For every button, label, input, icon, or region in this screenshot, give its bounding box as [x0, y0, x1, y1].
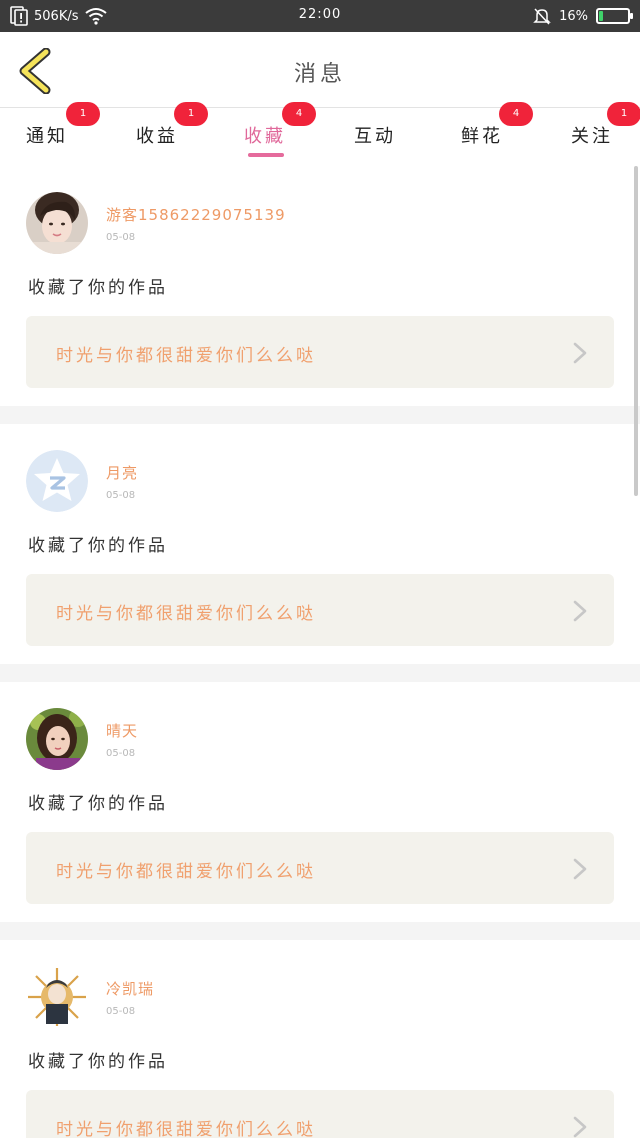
list-item: 游客15862229075139 05-08 收藏了你的作品 时光与你都很甜爱你… — [0, 166, 640, 406]
action-text: 收藏了你的作品 — [28, 1052, 168, 1072]
divider — [0, 406, 640, 424]
list-item: 月亮 05-08 收藏了你的作品 时光与你都很甜爱你们么么哒 — [0, 424, 640, 664]
work-link[interactable]: 时光与你都很甜爱你们么么哒 — [26, 1090, 614, 1138]
divider — [0, 922, 640, 940]
tab-badge: 4 — [499, 102, 533, 126]
list-item: 冷凯瑞 05-08 收藏了你的作品 时光与你都很甜爱你们么么哒 — [0, 940, 640, 1138]
action-text: 收藏了你的作品 — [28, 794, 168, 814]
tab-flowers[interactable]: 鲜花 4 — [461, 102, 571, 166]
app-header: 消息 — [0, 32, 640, 108]
tab-label: 互动 — [354, 126, 396, 147]
list-item: 晴天 05-08 收藏了你的作品 时光与你都很甜爱你们么么哒 — [0, 682, 640, 922]
scrollbar[interactable] — [634, 166, 638, 496]
username[interactable]: 月亮 — [106, 462, 138, 483]
battery-percent: 16% — [559, 8, 588, 24]
work-link[interactable]: 时光与你都很甜爱你们么么哒 — [26, 574, 614, 646]
work-link[interactable]: 时光与你都很甜爱你们么么哒 — [26, 832, 614, 904]
work-title: 时光与你都很甜爱你们么么哒 — [56, 604, 316, 624]
work-link[interactable]: 时光与你都很甜爱你们么么哒 — [26, 316, 614, 388]
divider — [0, 664, 640, 682]
message-date: 05-08 — [106, 232, 136, 243]
active-tab-indicator — [248, 153, 284, 157]
username[interactable]: 晴天 — [106, 720, 138, 741]
message-list[interactable]: 游客15862229075139 05-08 收藏了你的作品 时光与你都很甜爱你… — [0, 166, 640, 1138]
message-tabs: 通知 1 收益 1 收藏 4 互动 鲜花 4 关注 1 — [0, 102, 640, 166]
tab-badge: 1 — [66, 102, 100, 126]
tab-earnings[interactable]: 收益 1 — [136, 102, 246, 166]
tab-badge: 1 — [607, 102, 640, 126]
chevron-right-icon — [573, 600, 587, 622]
tab-badge: 1 — [174, 102, 208, 126]
status-bar: 506K/s 22:00 16% — [0, 0, 640, 32]
page-title: 消息 — [293, 62, 346, 87]
action-text: 收藏了你的作品 — [28, 536, 168, 556]
action-text: 收藏了你的作品 — [28, 278, 168, 298]
work-title: 时光与你都很甜爱你们么么哒 — [56, 1120, 316, 1138]
work-title: 时光与你都很甜爱你们么么哒 — [56, 862, 316, 882]
avatar[interactable] — [26, 708, 88, 770]
mute-bell-icon — [533, 7, 551, 25]
work-title: 时光与你都很甜爱你们么么哒 — [56, 346, 316, 366]
chevron-right-icon — [573, 858, 587, 880]
avatar[interactable] — [26, 192, 88, 254]
avatar[interactable] — [26, 450, 88, 512]
tab-favorites[interactable]: 收藏 4 — [244, 102, 354, 166]
message-date: 05-08 — [106, 490, 136, 501]
avatar[interactable] — [26, 966, 88, 1028]
tab-badge: 4 — [282, 102, 316, 126]
tab-interactions[interactable]: 互动 — [354, 108, 464, 166]
message-date: 05-08 — [106, 1006, 136, 1017]
battery-icon — [596, 8, 633, 24]
username[interactable]: 冷凯瑞 — [106, 978, 154, 999]
tab-notifications[interactable]: 通知 1 — [26, 102, 136, 166]
message-date: 05-08 — [106, 748, 136, 759]
chevron-right-icon — [573, 342, 587, 364]
username[interactable]: 游客15862229075139 — [106, 204, 286, 225]
tab-follows[interactable]: 关注 1 — [571, 102, 640, 166]
chevron-right-icon — [573, 1116, 587, 1138]
